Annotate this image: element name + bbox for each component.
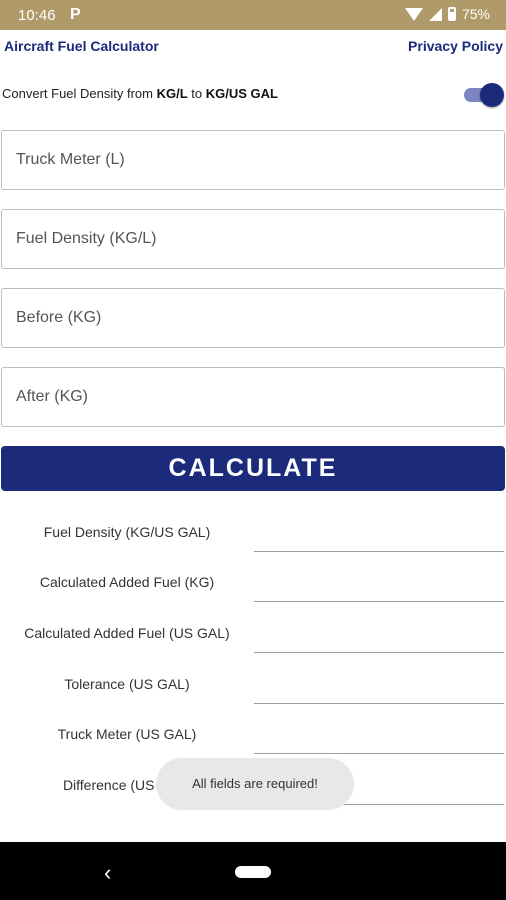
result-value-field	[254, 753, 504, 754]
convert-to-word: to	[187, 86, 206, 101]
convert-density-toggle[interactable]	[462, 82, 504, 108]
status-time: 10:46	[18, 7, 56, 24]
result-label: Calculated Added Fuel (US GAL)	[24, 625, 230, 641]
convert-density-label: Convert Fuel Density from KG/L to KG/US …	[2, 86, 278, 101]
result-row-fuel-density: Fuel Density (KG/US GAL)	[0, 512, 506, 556]
privacy-policy-link[interactable]: Privacy Policy	[408, 38, 503, 54]
status-bar: 10:46 P 75%	[0, 0, 506, 30]
result-row-added-fuel-kg: Calculated Added Fuel (KG)	[0, 562, 506, 606]
result-row-added-fuel-gal: Calculated Added Fuel (US GAL)	[0, 613, 506, 657]
calculate-button[interactable]: CALCULATE	[1, 446, 505, 491]
before-input[interactable]	[2, 289, 504, 347]
system-nav-bar: ‹	[0, 842, 506, 900]
status-icons: 75%	[404, 6, 490, 22]
result-row-tolerance: Tolerance (US GAL)	[0, 664, 506, 708]
result-value-field	[254, 601, 504, 602]
signal-icon	[428, 7, 442, 21]
truck-meter-field[interactable]	[1, 130, 505, 190]
truck-meter-input[interactable]	[2, 131, 504, 189]
wifi-icon	[404, 7, 423, 21]
home-pill-icon[interactable]	[235, 866, 271, 878]
result-label: Tolerance (US GAL)	[64, 676, 190, 692]
fuel-density-field[interactable]	[1, 209, 505, 269]
toggle-thumb	[480, 83, 504, 107]
fuel-density-input[interactable]	[2, 210, 504, 268]
result-label: Fuel Density (KG/US GAL)	[43, 524, 211, 540]
result-row-truck-meter: Truck Meter (US GAL)	[0, 714, 506, 758]
convert-prefix: Convert Fuel Density from	[2, 86, 157, 101]
convert-to-unit: KG/US GAL	[205, 86, 278, 101]
result-value-field	[254, 652, 504, 653]
result-value-field	[254, 551, 504, 552]
notification-p-icon: P	[70, 6, 81, 23]
battery-icon	[447, 7, 456, 21]
convert-from-unit: KG/L	[156, 86, 188, 101]
validation-toast: All fields are required!	[156, 758, 354, 810]
result-value-field	[254, 703, 504, 704]
result-label: Calculated Added Fuel (KG)	[39, 574, 215, 590]
app-title: Aircraft Fuel Calculator	[4, 38, 159, 54]
before-field[interactable]	[1, 288, 505, 348]
after-field[interactable]	[1, 367, 505, 427]
battery-percent: 75%	[461, 6, 490, 22]
back-arrow-icon[interactable]: ‹	[104, 860, 111, 886]
after-input[interactable]	[2, 368, 504, 426]
result-label: Truck Meter (US GAL)	[57, 726, 197, 742]
